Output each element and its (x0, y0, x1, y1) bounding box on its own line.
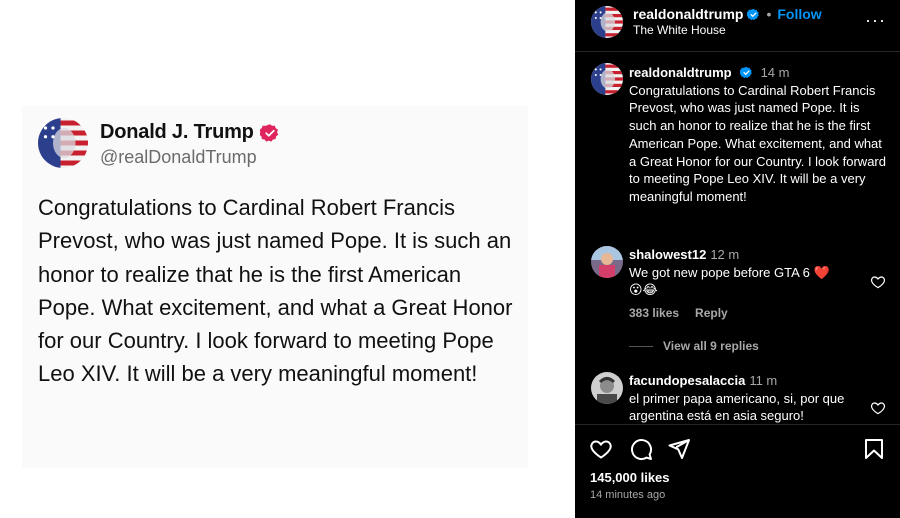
tweet-avatar (38, 118, 88, 168)
avatar[interactable] (591, 6, 623, 38)
heart-icon[interactable] (589, 437, 613, 461)
comment-body: shalowest12 12 m We got new pope before … (629, 246, 859, 299)
caption-time: 14 m (760, 65, 790, 80)
verified-badge-icon (259, 123, 278, 142)
share-icon[interactable] (667, 437, 691, 461)
bookmark-icon[interactable] (862, 437, 886, 461)
comment-time: 11 m (749, 373, 778, 388)
follow-button[interactable]: Follow (777, 6, 821, 22)
comment-time: 12 m (710, 247, 740, 262)
reply-button[interactable]: Reply (695, 306, 728, 320)
tweet-handle: @realDonaldTrump (100, 147, 257, 167)
comment-username[interactable]: shalowest12 (629, 246, 706, 264)
comment-text: We got new pope before GTA 6 ❤️ (629, 264, 830, 280)
likes-count[interactable]: 145,000 likes (590, 470, 670, 485)
header-subtitle[interactable]: The White House (633, 23, 726, 37)
comment-meta: 383 likes Reply (629, 306, 728, 320)
header-username[interactable]: realdonaldtrump (633, 6, 743, 22)
avatar[interactable] (591, 246, 623, 278)
caption-body: realdonaldtrump 14 m Congratulations to … (629, 64, 887, 206)
verified-badge-icon (739, 67, 752, 79)
instagram-panel: realdonaldtrump • Follow The White House… (575, 0, 900, 518)
heart-icon[interactable] (870, 274, 886, 290)
comment-body: facundopesalaccia 11 m el primer papa am… (629, 372, 859, 425)
comment-likes[interactable]: 383 likes (629, 306, 679, 320)
caption-username[interactable]: realdonaldtrump (629, 64, 732, 82)
heart-icon[interactable] (870, 400, 886, 416)
comment-icon[interactable] (629, 437, 653, 461)
tweet-text: Congratulations to Cardinal Robert Franc… (38, 195, 513, 387)
avatar[interactable] (591, 372, 623, 404)
avatar[interactable] (591, 63, 623, 95)
post-header: realdonaldtrump • Follow The White House… (575, 0, 900, 52)
comment-text: el primer papa americano, si, por que ar… (629, 390, 845, 424)
post-time: 14 minutes ago (590, 489, 666, 501)
action-bar: 145,000 likes 14 minutes ago (575, 424, 900, 518)
more-icon[interactable]: ··· (865, 10, 886, 31)
tweet-name-row: Donald J. Trump (100, 121, 280, 144)
comment-username[interactable]: facundopesalaccia (629, 372, 745, 390)
comment-emoji: 😮😂 (629, 282, 658, 297)
tweet-screenshot: Donald J. Trump @realDonaldTrump Congrat… (0, 0, 575, 518)
caption-text: Congratulations to Cardinal Robert Franc… (629, 82, 886, 204)
tweet-display-name: Donald J. Trump (100, 121, 254, 143)
view-replies-label: View all 9 replies (663, 339, 759, 353)
view-replies-button[interactable]: View all 9 replies (629, 339, 759, 353)
divider (629, 345, 653, 347)
separator-dot: • (766, 6, 772, 22)
verified-badge-icon (747, 8, 760, 20)
header-user-row: realdonaldtrump • Follow (633, 6, 822, 22)
